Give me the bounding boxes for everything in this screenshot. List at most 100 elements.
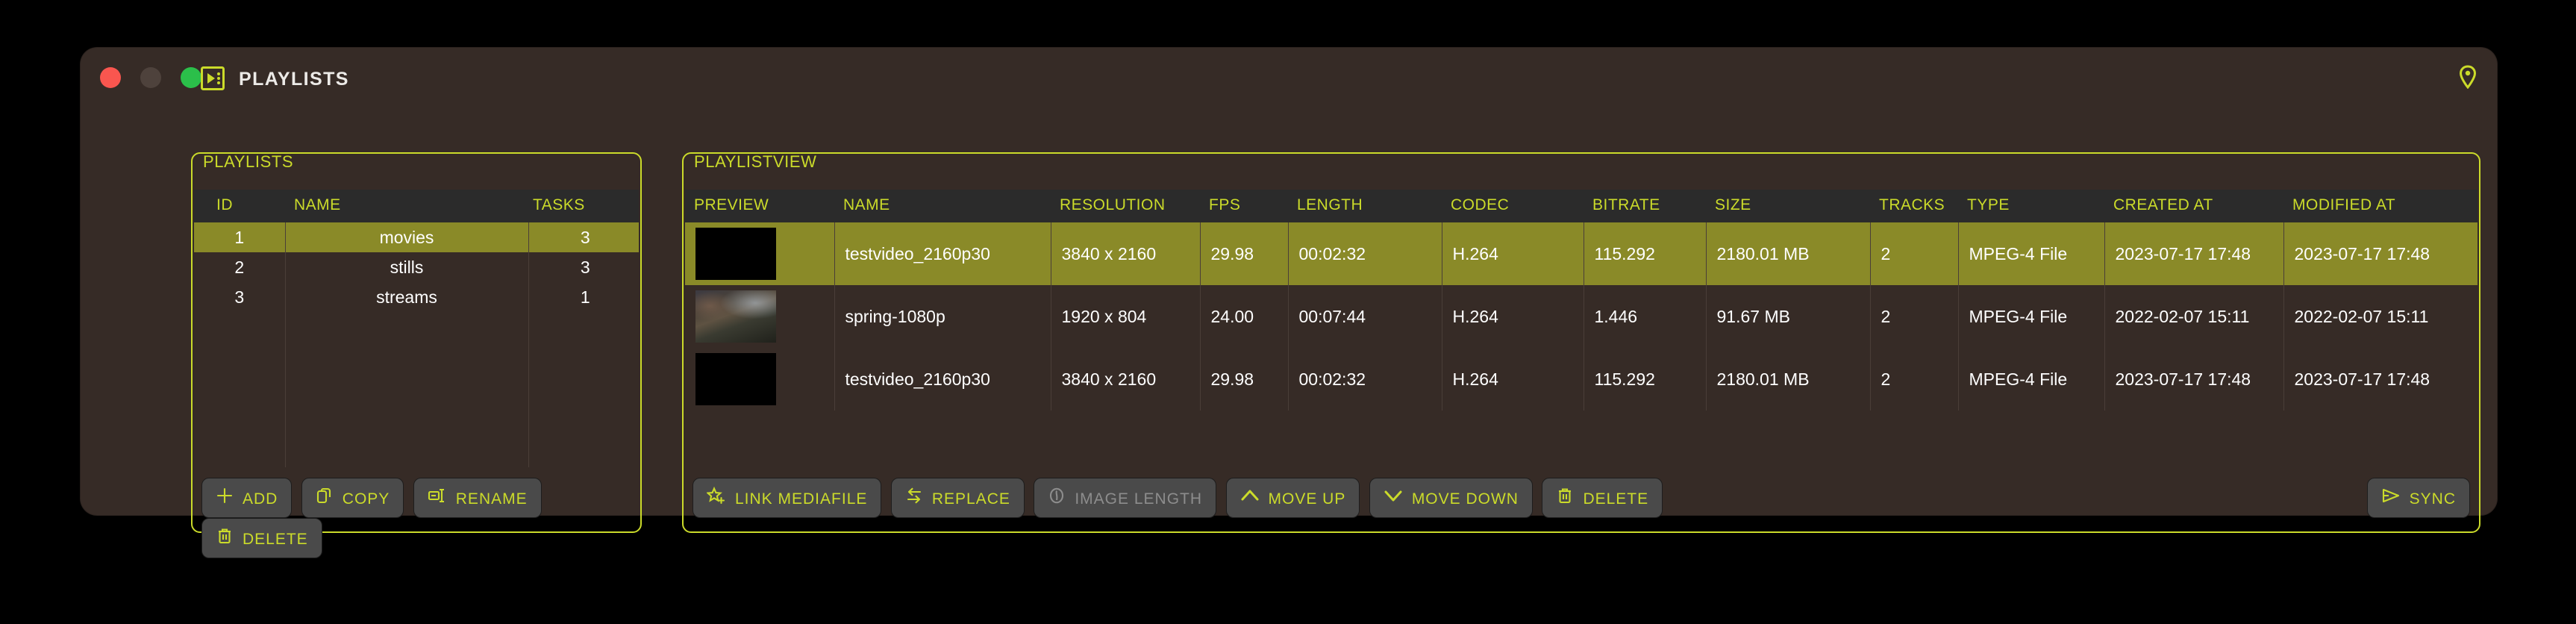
cell-bitrate: 115.292 — [1584, 222, 1707, 285]
playlists-table-container[interactable]: ID NAME TASKS 1 movies 3 2 stills 3 3 st… — [194, 190, 639, 467]
link-mediafile-button-label: LINK MEDIAFILE — [735, 490, 868, 508]
cell-type: MPEG-4 File — [1958, 222, 2105, 285]
landscape-thumbnail — [695, 290, 776, 343]
column-header-bitrate[interactable]: BITRATE — [1584, 190, 1706, 222]
playlistview-table-container[interactable]: PREVIEW NAME RESOLUTION FPS LENGTH CODEC… — [685, 190, 2477, 467]
playlists-table-header-row: ID NAME TASKS — [194, 190, 639, 222]
cell-id: 1 — [194, 222, 286, 252]
cell-fps: 29.98 — [1200, 348, 1289, 411]
cell-length: 00:07:44 — [1288, 285, 1442, 348]
playlistview-table-header-row: PREVIEW NAME RESOLUTION FPS LENGTH CODEC… — [685, 190, 2477, 222]
cell-created-at: 2023-07-17 17:48 — [2104, 222, 2284, 285]
cell-codec: H.264 — [1442, 285, 1584, 348]
replace-button[interactable]: REPLACE — [890, 478, 1025, 518]
move-up-button-label: MOVE UP — [1268, 490, 1346, 508]
column-header-modified-at[interactable]: MODIFIED AT — [2283, 190, 2477, 222]
cell-fps: 29.98 — [1200, 222, 1289, 285]
cell-name: movies — [285, 222, 529, 252]
cell-name: streams — [285, 282, 529, 312]
sync-button[interactable]: SYNC — [2366, 478, 2470, 518]
cell-id: 2 — [194, 252, 286, 282]
trash-icon — [216, 527, 234, 549]
cell-resolution: 3840 x 2160 — [1051, 222, 1201, 285]
rename-icon — [428, 487, 447, 509]
copy-button[interactable]: COPY — [301, 478, 404, 518]
sync-button-label: SYNC — [2409, 490, 2456, 508]
table-row[interactable]: 2 stills 3 — [194, 252, 639, 282]
copy-icon — [316, 487, 334, 509]
move-down-button[interactable]: MOVE DOWN — [1369, 478, 1533, 518]
cell-modified-at: 2023-07-17 17:48 — [2283, 222, 2477, 285]
playlistview-button-bar: LINK MEDIAFILE REPLACE IMAGE LENGTH MOVE… — [693, 478, 2470, 522]
column-header-tasks[interactable]: TASKS — [528, 190, 639, 222]
cell-codec: H.264 — [1442, 222, 1584, 285]
table-row[interactable]: 3 streams 1 — [194, 282, 639, 312]
swap-arrows-icon — [905, 487, 923, 509]
link-mediafile-button[interactable]: LINK MEDIAFILE — [693, 478, 882, 518]
column-header-preview[interactable]: PREVIEW — [685, 190, 834, 222]
table-row[interactable]: 1 movies 3 — [194, 222, 639, 252]
cell-resolution: 3840 x 2160 — [1051, 348, 1201, 411]
cell-bitrate: 115.292 — [1584, 348, 1707, 411]
send-icon — [2381, 487, 2401, 509]
cell-tracks: 2 — [1870, 222, 1959, 285]
playlists-panel-title: PLAYLISTS — [203, 152, 294, 171]
close-button[interactable] — [100, 67, 121, 88]
cell-tasks: 1 — [580, 287, 590, 307]
trash-icon — [1556, 487, 1574, 509]
playlistview-panel: PLAYLISTVIEW PREVIEW NAME RESOLUTION FPS… — [682, 152, 2480, 533]
delete-button-label: DELETE — [1583, 490, 1649, 508]
cell-size: 2180.01 MB — [1706, 222, 1871, 285]
column-header-type[interactable]: TYPE — [1958, 190, 2104, 222]
move-down-button-label: MOVE DOWN — [1411, 490, 1519, 508]
plus-icon — [216, 487, 234, 509]
column-header-tracks[interactable]: TRACKS — [1870, 190, 1958, 222]
cell-name: testvideo_2160p30 — [834, 348, 1051, 411]
column-header-fps[interactable]: FPS — [1200, 190, 1288, 222]
cell-preview — [685, 285, 835, 348]
cell-tracks: 2 — [1870, 285, 1959, 348]
cell-type: MPEG-4 File — [1958, 348, 2105, 411]
column-header-id[interactable]: ID — [194, 190, 285, 222]
cell-created-at: 2022-02-07 15:11 — [2104, 285, 2284, 348]
window-title: PLAYLISTS — [239, 69, 349, 90]
cell-type: MPEG-4 File — [1958, 285, 2105, 348]
column-header-resolution[interactable]: RESOLUTION — [1051, 190, 1200, 222]
column-header-length[interactable]: LENGTH — [1288, 190, 1442, 222]
copy-button-label: COPY — [342, 490, 390, 508]
cell-created-at: 2023-07-17 17:48 — [2104, 348, 2284, 411]
image-length-button: IMAGE LENGTH — [1034, 478, 1217, 518]
add-button[interactable]: ADD — [201, 478, 293, 518]
playlists-panel: PLAYLISTS ID NAME TASKS 1 movies 3 2 sti… — [191, 152, 642, 558]
chevron-up-icon — [1240, 487, 1260, 509]
column-header-created-at[interactable]: CREATED AT — [2104, 190, 2283, 222]
column-header-name[interactable]: NAME — [834, 190, 1051, 222]
column-header-codec[interactable]: CODEC — [1442, 190, 1584, 222]
playlists-table: ID NAME TASKS 1 movies 3 2 stills 3 3 st… — [194, 190, 639, 312]
cell-size: 91.67 MB — [1706, 285, 1871, 348]
cell-bitrate: 1.446 — [1584, 285, 1707, 348]
column-header-size[interactable]: SIZE — [1706, 190, 1870, 222]
playlist-app-icon — [200, 66, 225, 91]
location-pin-icon[interactable] — [2458, 65, 2477, 90]
playlists-button-bar: ADD COPY RENAME DELETE — [201, 478, 631, 558]
cell-preview — [685, 222, 835, 285]
cell-tasks: 3 — [580, 257, 590, 277]
table-row[interactable]: testvideo_2160p30 3840 x 2160 29.98 00:0… — [685, 222, 2477, 285]
cell-modified-at: 2023-07-17 17:48 — [2294, 369, 2430, 389]
delete-button[interactable]: DELETE — [1542, 478, 1663, 518]
cell-name: stills — [285, 252, 529, 282]
delete-button[interactable]: DELETE — [201, 518, 322, 558]
column-header-name[interactable]: NAME — [285, 190, 528, 222]
table-row[interactable]: spring-1080p 1920 x 804 24.00 00:07:44 H… — [685, 285, 2477, 348]
cell-tasks: 3 — [528, 222, 639, 252]
minimize-button[interactable] — [140, 67, 161, 88]
cell-preview — [685, 348, 835, 411]
move-up-button[interactable]: MOVE UP — [1225, 478, 1360, 518]
maximize-button[interactable] — [181, 67, 201, 88]
rename-button[interactable]: RENAME — [413, 478, 542, 518]
black-thumbnail — [695, 228, 776, 280]
cell-id: 3 — [194, 282, 286, 312]
cell-size: 2180.01 MB — [1706, 348, 1871, 411]
table-row[interactable]: testvideo_2160p30 3840 x 2160 29.98 00:0… — [685, 348, 2477, 411]
